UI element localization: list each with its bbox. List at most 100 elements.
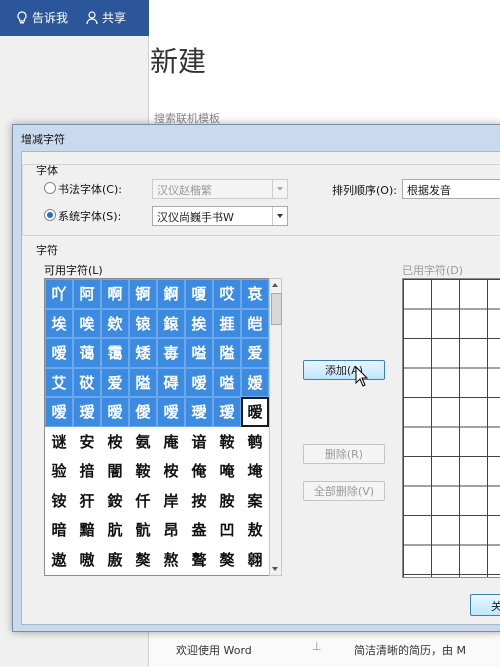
char-cell[interactable]: 昂 [157,515,185,545]
chars-scrollbar[interactable] [269,278,282,576]
char-cell[interactable]: 案 [241,486,269,516]
char-cell[interactable]: 挨 [185,308,213,338]
char-cell[interactable]: 嗳 [185,367,213,397]
char-cell[interactable]: 矮 [129,338,157,368]
char-cell[interactable]: 嗳 [45,338,73,368]
char-cell[interactable]: 蔼 [73,338,101,368]
char-cell[interactable]: 獒 [129,545,157,575]
char-cell[interactable]: 犴 [73,486,101,516]
char-cell[interactable]: 鞍 [129,456,157,486]
char-cell[interactable]: 嗄 [185,279,213,309]
char-cell[interactable]: 砹 [73,367,101,397]
char-cell[interactable]: 隘 [213,338,241,368]
char-cell[interactable]: 锿 [129,308,157,338]
char-cell[interactable]: 谙 [185,427,213,457]
char-cell[interactable]: 闇 [101,456,129,486]
char-cell[interactable]: 爱 [241,338,269,368]
share-button[interactable]: 共享 [86,9,126,26]
char-cell[interactable]: 爱 [101,367,129,397]
calligraphy-font-radio[interactable] [44,182,56,194]
char-cell[interactable]: 哀 [241,279,269,309]
char-cell[interactable]: 阿 [73,279,101,309]
char-cell[interactable]: 嗌 [185,338,213,368]
char-cell[interactable]: 隘 [129,367,157,397]
char-cell[interactable]: 碍 [157,367,185,397]
char-cell[interactable]: 庵 [157,427,185,457]
char-cell[interactable]: 敖 [241,515,269,545]
char-cell[interactable]: 凹 [213,515,241,545]
char-cell[interactable]: 皑 [241,308,269,338]
char-cell[interactable]: 岸 [157,486,185,516]
char-cell[interactable]: 骯 [129,515,157,545]
char-cell[interactable]: 胺 [213,486,241,516]
scroll-up-icon[interactable] [272,283,278,287]
char-cell[interactable]: 唵 [213,456,241,486]
sort-order-select[interactable]: 根据发音 [402,179,500,199]
char-cell[interactable]: 肮 [101,515,129,545]
char-cell[interactable]: 嫒 [241,367,269,397]
char-cell[interactable]: 錒 [157,279,185,309]
char-cell[interactable]: 翱 [241,545,269,575]
pin-icon[interactable]: ⊥ [312,640,322,653]
char-cell[interactable]: 唉 [73,308,101,338]
char-cell[interactable]: 俺 [185,456,213,486]
char-cell[interactable]: 銨 [101,486,129,516]
char-cell[interactable]: 霭 [101,338,129,368]
char-cell[interactable]: 欸 [101,308,129,338]
char-cell[interactable]: 艾 [45,367,73,397]
ok-button[interactable]: 关 [470,594,500,616]
char-cell[interactable]: 盎 [185,515,213,545]
char-cell[interactable]: 暗 [45,515,73,545]
char-cell[interactable]: 鎄 [157,308,185,338]
char-cell[interactable]: 哎 [213,279,241,309]
char-cell[interactable]: 鞍 [213,427,241,457]
char-cell[interactable]: 黯 [73,515,101,545]
char-cell[interactable]: 仟 [129,486,157,516]
char-cell[interactable]: 吖 [45,279,73,309]
available-chars-grid[interactable]: 吖阿啊锕錒嗄哎哀埃唉欸锿鎄挨捱皑嗳蔼霭矮毐嗌隘爱艾砹爱隘碍嗳嗌嫒嗳瑷暧僾嗳璦瑷暧… [44,278,270,576]
char-cell[interactable]: 廒 [101,545,129,575]
template-welcome[interactable]: 欢迎使用 Word [176,642,252,658]
char-cell[interactable]: 捱 [213,308,241,338]
char-cell[interactable]: 埯 [241,456,269,486]
tell-me-button[interactable]: 告诉我 [16,9,68,26]
char-cell[interactable]: 谜 [45,427,73,457]
char-cell[interactable]: 铵 [45,486,73,516]
char-cell[interactable]: 氨 [129,427,157,457]
char-cell[interactable]: 嗳 [45,397,73,427]
char-cell[interactable]: 桉 [101,427,129,457]
system-font-select[interactable]: 汉仪尚巍手书W [152,206,288,226]
char-cell[interactable]: 安 [73,427,101,457]
char-cell[interactable]: 揞 [73,456,101,486]
char-cell[interactable]: 瑷 [73,397,101,427]
template-resume[interactable]: 简洁清晰的简历，由 M [354,642,466,658]
char-cell[interactable]: 桉 [157,456,185,486]
char-cell[interactable]: 暧 [241,397,269,427]
char-cell[interactable]: 遨 [45,545,73,575]
char-cell[interactable]: 獒 [213,545,241,575]
char-cell[interactable]: 按 [185,486,213,516]
char-cell[interactable]: 鹌 [241,427,269,457]
char-cell[interactable]: 锕 [129,279,157,309]
char-cell[interactable]: 瑷 [213,397,241,427]
available-chars-label: 可用字符(L) [44,264,103,277]
scroll-down-icon[interactable] [272,567,278,571]
char-cell[interactable]: 聱 [185,545,213,575]
char-cell[interactable]: 嗌 [213,367,241,397]
remove-all-button[interactable]: 全部删除(V) [303,481,385,501]
system-font-radio[interactable] [44,209,56,221]
char-cell[interactable]: 璦 [185,397,213,427]
char-cell[interactable]: 验 [45,456,73,486]
add-button[interactable]: 添加(A) [303,360,385,380]
char-cell[interactable]: 暧 [101,397,129,427]
char-cell[interactable]: 嗳 [157,397,185,427]
char-cell[interactable]: 熬 [157,545,185,575]
char-cell[interactable]: 埃 [45,308,73,338]
scroll-thumb[interactable] [271,293,282,325]
remove-button[interactable]: 删除(R) [303,444,385,464]
char-cell[interactable]: 僾 [129,397,157,427]
char-cell[interactable]: 嗷 [73,545,101,575]
char-cell[interactable]: 啊 [101,279,129,309]
used-chars-grid[interactable] [402,278,500,578]
char-cell[interactable]: 毐 [157,338,185,368]
